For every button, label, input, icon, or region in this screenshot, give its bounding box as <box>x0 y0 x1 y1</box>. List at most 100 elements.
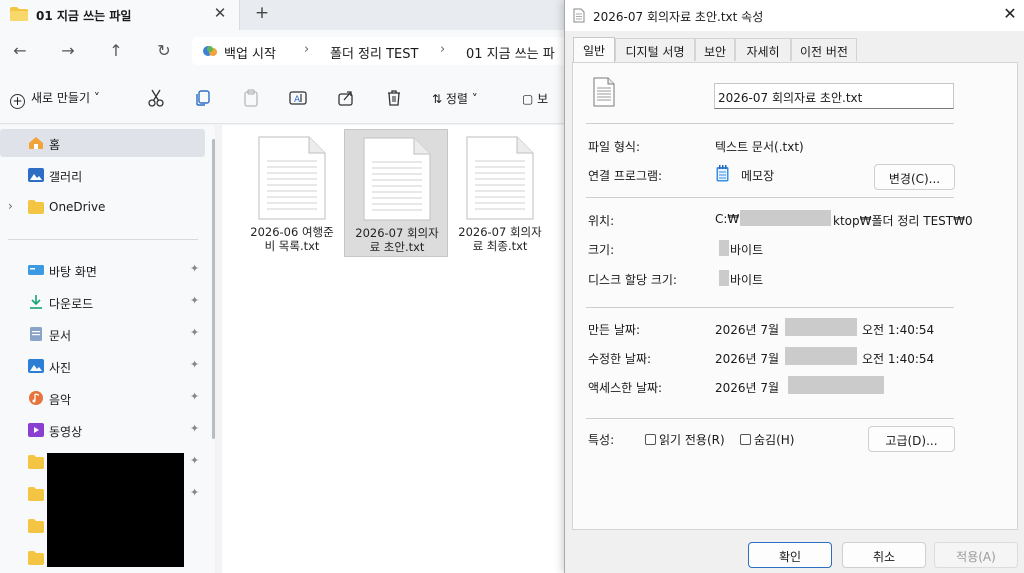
copy-icon[interactable] <box>193 88 213 108</box>
rename-icon[interactable]: A <box>288 88 308 108</box>
file-item[interactable]: 2026-06 여행준 비 목록.txt <box>240 129 344 257</box>
separator <box>586 123 954 124</box>
created-label: 만든 날짜: <box>588 323 641 337</box>
text-file-icon <box>258 136 326 220</box>
chevron-down-icon: ˅ <box>93 91 100 105</box>
text-file-icon <box>593 77 615 107</box>
hidden-checkbox[interactable]: 숨김(H) <box>740 431 794 448</box>
cut-icon[interactable] <box>146 88 166 108</box>
view-icon: ▢ <box>522 92 538 106</box>
new-tab-button[interactable]: + <box>252 3 272 25</box>
plus-icon: + <box>10 94 25 109</box>
backup-cloud-icon <box>203 46 217 56</box>
properties-dialog: 2026-07 회의자료 초안.txt 속성 ✕ 일반 디지털 서명 보안 자세… <box>564 0 1024 573</box>
svg-text:A: A <box>294 95 301 105</box>
readonly-label: 읽기 전용(R) <box>659 433 725 447</box>
pin-icon[interactable]: ✦ <box>190 454 199 467</box>
sidebar-item-music[interactable]: 음악 ✦ <box>0 384 205 412</box>
sidebar-item-label: 문서 <box>49 329 72 343</box>
share-icon[interactable] <box>336 88 356 108</box>
file-name: 2026-07 회의자 료 초안.txt <box>347 226 447 254</box>
advanced-button[interactable]: 고급(D)... <box>868 426 955 452</box>
tab-digital-signature[interactable]: 디지털 서명 <box>615 38 695 61</box>
sidebar-item-documents[interactable]: 문서 ✦ <box>0 320 205 348</box>
cancel-button[interactable]: 취소 <box>842 542 926 568</box>
close-icon[interactable]: ✕ <box>1001 4 1019 26</box>
dialog-title: 2026-07 회의자료 초안.txt 속성 <box>593 10 764 24</box>
view-button[interactable]: ▢ 보 <box>522 90 548 107</box>
tab-previous-versions[interactable]: 이전 버전 <box>791 38 857 61</box>
gallery-icon <box>28 168 44 182</box>
sidebar-item-desktop[interactable]: 바탕 화면 ✦ <box>0 256 205 284</box>
created-time: 오전 1:40:54 <box>862 323 935 337</box>
sort-button[interactable]: ⇅ 정렬 ˅ <box>432 90 478 107</box>
forward-button[interactable]: → <box>56 39 80 63</box>
sidebar-scrollbar[interactable] <box>212 139 215 439</box>
file-item[interactable]: 2026-07 회의자 료 최종.txt <box>448 129 552 257</box>
new-button[interactable]: + 새로 만들기 ˅ <box>10 89 100 109</box>
size-on-disk-label: 디스크 할당 크기: <box>588 273 677 287</box>
tab-security[interactable]: 보안 <box>695 38 735 61</box>
modified-date: 2026년 7월 <box>715 352 780 366</box>
pin-icon[interactable]: ✦ <box>190 262 199 275</box>
sidebar-item-videos[interactable]: 동영상 ✦ <box>0 416 205 444</box>
file-name-line: 2026-07 회의자 <box>355 226 439 240</box>
pin-icon[interactable]: ✦ <box>190 422 199 435</box>
file-item-selected[interactable]: 2026-07 회의자 료 초안.txt <box>344 129 448 257</box>
desktop-icon <box>28 265 44 275</box>
close-tab-icon[interactable]: ✕ <box>211 4 229 24</box>
breadcrumb-item[interactable]: 폴더 정리 TEST <box>330 43 418 62</box>
readonly-checkbox[interactable]: 읽기 전용(R) <box>645 431 725 448</box>
file-list: 2026-06 여행준 비 목록.txt 2026-07 회의자 료 초안.txt … <box>222 125 564 573</box>
videos-icon <box>28 423 44 437</box>
tab-current-folder[interactable]: 01 지금 쓰는 파일 ✕ <box>0 0 240 30</box>
file-name-line: 2026-06 여행준 <box>250 225 334 239</box>
sort-label: 정렬 <box>445 92 468 106</box>
separator <box>586 418 954 419</box>
location-value-end: ktop₩폴더 정리 TEST₩0 <box>833 214 973 228</box>
file-name-line: 료 초안.txt <box>369 240 425 254</box>
dialog-title-bar[interactable]: 2026-07 회의자료 초안.txt 속성 ✕ <box>565 0 1024 31</box>
apply-button[interactable]: 적용(A) <box>934 542 1018 568</box>
new-label: 새로 만들기 <box>31 91 91 105</box>
modified-time: 오전 1:40:54 <box>862 352 935 366</box>
sidebar-item-onedrive[interactable]: › OneDrive <box>0 193 205 221</box>
sidebar-item-downloads[interactable]: 다운로드 ✦ <box>0 288 205 316</box>
pictures-icon <box>28 359 44 373</box>
modified-label: 수정한 날짜: <box>588 352 652 366</box>
sidebar-divider <box>8 239 198 240</box>
sidebar-item-gallery[interactable]: 갤러리 <box>0 161 205 189</box>
back-button[interactable]: ← <box>8 39 32 63</box>
delete-icon[interactable] <box>384 88 404 108</box>
paste-icon[interactable] <box>241 88 261 108</box>
music-icon <box>29 391 43 405</box>
separator <box>586 307 954 308</box>
pin-icon[interactable]: ✦ <box>190 486 199 499</box>
pin-icon[interactable]: ✦ <box>190 358 199 371</box>
breadcrumb-item[interactable]: 백업 시작 <box>224 43 276 62</box>
pin-icon[interactable]: ✦ <box>190 294 199 307</box>
ok-button[interactable]: 확인 <box>748 542 832 568</box>
size-on-disk-unit: 바이트 <box>730 273 764 287</box>
sidebar-item-home[interactable]: 홈 <box>0 129 205 157</box>
location-value-start: C:₩ <box>715 212 740 226</box>
pin-icon[interactable]: ✦ <box>190 390 199 403</box>
size-label: 크기: <box>588 243 615 257</box>
navigation-pane: 홈 갤러리 › OneDrive 바탕 화면 ✦ 다운로드 ✦ 문서 ✦ 사진 … <box>0 125 215 573</box>
sidebar-item-pictures[interactable]: 사진 ✦ <box>0 352 205 380</box>
file-type-value: 텍스트 문서(.txt) <box>715 140 804 154</box>
location-label: 위치: <box>588 214 615 228</box>
refresh-button[interactable]: ↻ <box>152 39 176 63</box>
folder-icon <box>28 487 44 501</box>
address-bar[interactable]: 백업 시작 › 폴더 정리 TEST › 01 지금 쓰는 파 <box>192 37 572 65</box>
expand-chevron-icon[interactable]: › <box>8 199 13 213</box>
up-button[interactable]: ↑ <box>104 39 128 63</box>
pin-icon[interactable]: ✦ <box>190 326 199 339</box>
folder-icon <box>28 519 44 533</box>
file-name-field[interactable]: 2026-07 회의자료 초안.txt <box>714 83 954 109</box>
tab-details[interactable]: 자세히 <box>735 38 791 61</box>
change-button[interactable]: 변경(C)... <box>874 164 955 190</box>
tab-general[interactable]: 일반 <box>573 37 615 62</box>
file-name-line: 2026-07 회의자 <box>458 225 542 239</box>
breadcrumb-item[interactable]: 01 지금 쓰는 파 <box>466 43 555 62</box>
